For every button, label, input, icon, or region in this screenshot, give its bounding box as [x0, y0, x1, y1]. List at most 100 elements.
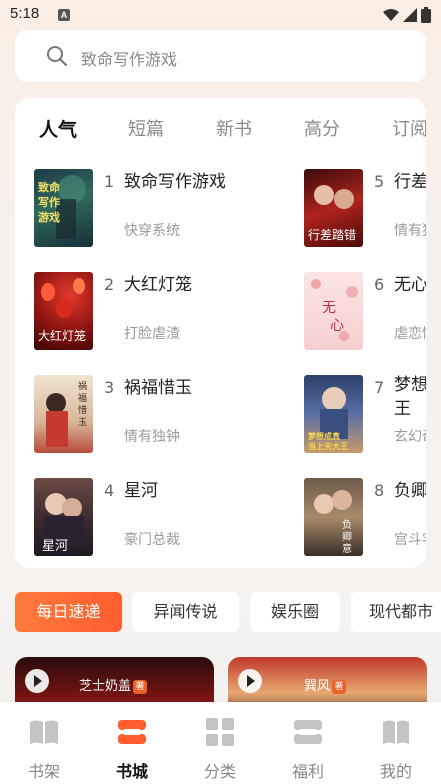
svg-text:福: 福 — [78, 392, 87, 404]
author-badge: 著 — [133, 679, 148, 694]
svg-text:写作: 写作 — [38, 195, 60, 209]
book-cover: 无 心 — [304, 272, 363, 350]
bottom-nav: 书架 书城 分类 福利 我的 — [0, 702, 441, 784]
book-title: 梦想成真后我当上天大王 — [394, 375, 426, 419]
book-item-6[interactable]: 无 心 6 无心 虐恋情深 — [304, 272, 426, 352]
book-item-1[interactable]: 致命 写作 游戏 1 致命写作游戏 快穿系统 — [34, 169, 294, 249]
book-item-3[interactable]: 祸 福 惜 玉 3 祸福惜玉 情有独钟 — [34, 375, 294, 455]
battery-icon — [421, 7, 431, 23]
tab-popular[interactable]: 人气 — [39, 115, 77, 142]
search-bar[interactable]: 致命写作游戏 — [15, 30, 426, 82]
book-rank: 4 — [104, 481, 115, 500]
book-rank: 7 — [374, 378, 385, 397]
book-cover: 梦想成真 当上天大王 — [304, 375, 363, 453]
book-rank: 6 — [374, 275, 385, 294]
nav-label: 分类 — [203, 762, 236, 781]
book-cover: 大红灯笼 — [34, 272, 93, 350]
svg-text:星河: 星河 — [42, 539, 68, 554]
gift-icon — [294, 720, 322, 744]
book-item-7[interactable]: 梦想成真 当上天大王 7 梦想成真后我当上天大王 玄幻奇幻 — [304, 375, 426, 455]
book-tag: 玄幻奇幻 — [394, 429, 426, 445]
cover-art-3: 祸 福 惜 玉 — [46, 380, 87, 447]
tab-new[interactable]: 新书 — [216, 115, 252, 141]
cover-art-7: 梦想成真 当上天大王 — [307, 387, 348, 451]
cover-art-2: 大红灯笼 — [38, 278, 86, 343]
tab-subscribe[interactable]: 订阅 — [392, 115, 426, 141]
book-tag: 宫斗宅斗 — [394, 532, 426, 548]
svg-text:玉: 玉 — [78, 417, 87, 428]
nav-label: 书城 — [115, 762, 148, 781]
book-title: 致命写作游戏 — [124, 172, 226, 192]
book-open-icon — [30, 720, 58, 744]
nav-label: 福利 — [291, 762, 324, 781]
status-time: 5:18 — [10, 5, 40, 22]
svg-text:无: 无 — [322, 300, 336, 316]
search-icon — [47, 46, 68, 67]
search-placeholder: 致命写作游戏 — [81, 50, 178, 69]
book-tag: 打脸虐渣 — [124, 326, 180, 342]
svg-text:意: 意 — [342, 542, 352, 555]
play-icon[interactable] — [238, 669, 262, 693]
cover-art-1: 致命 写作 游戏 — [38, 175, 86, 239]
book-title: 星河 — [124, 481, 158, 501]
ranking-tabs: 人气 短篇 新书 高分 订阅 — [15, 98, 426, 156]
signal-icon — [403, 8, 417, 22]
nav-bookshelf[interactable]: 书架 — [0, 702, 88, 784]
svg-text:心: 心 — [330, 318, 344, 334]
chip-legends[interactable]: 异闻传说 — [132, 592, 239, 632]
book-title: 祸福惜玉 — [124, 378, 192, 398]
profile-book-icon — [383, 720, 409, 744]
book-title: 行差踏错 — [394, 172, 426, 192]
svg-text:梦想成真: 梦想成真 — [307, 431, 340, 441]
video-author: 巽风著 — [304, 675, 347, 694]
nav-category[interactable]: 分类 — [176, 702, 264, 784]
svg-text:祸: 祸 — [78, 380, 87, 392]
book-tag: 情有独钟 — [394, 223, 426, 239]
wifi-icon — [383, 9, 399, 21]
book-item-2[interactable]: 大红灯笼 2 大红灯笼 打脸虐渣 — [34, 272, 294, 352]
category-chips: 每日速递 异闻传说 娱乐圈 现代都市 — [15, 592, 441, 632]
book-cover: 致命 写作 游戏 — [34, 169, 93, 247]
nav-profile[interactable]: 我的 — [352, 702, 440, 784]
book-item-4[interactable]: 星河 4 星河 豪门总裁 — [34, 478, 294, 558]
video-author: 芝士奶盖著 — [79, 675, 148, 694]
book-cover: 祸 福 惜 玉 — [34, 375, 93, 453]
book-rank: 5 — [374, 172, 385, 191]
book-title: 无心 — [394, 275, 426, 295]
book-rank: 8 — [374, 481, 385, 500]
svg-text:致命: 致命 — [38, 180, 61, 194]
book-item-8[interactable]: 负 卿 意 8 负卿意 宫斗宅斗 — [304, 478, 426, 558]
nav-welfare[interactable]: 福利 — [264, 702, 352, 784]
chip-entertainment[interactable]: 娱乐圈 — [250, 592, 340, 632]
book-title: 大红灯笼 — [124, 275, 192, 295]
book-title: 负卿意 — [394, 481, 426, 501]
cover-art-5: 行差踏错 — [308, 185, 356, 242]
svg-text:负: 负 — [342, 518, 352, 531]
chip-daily[interactable]: 每日速递 — [15, 592, 122, 632]
svg-text:游戏: 游戏 — [38, 210, 60, 224]
grid-icon — [206, 718, 234, 746]
chip-urban[interactable]: 现代都市 — [351, 592, 441, 632]
status-bar: 5:18 A — [0, 0, 441, 30]
svg-text:当上天大王: 当上天大王 — [308, 441, 348, 451]
tab-short[interactable]: 短篇 — [128, 115, 164, 141]
cover-art-6: 无 心 — [311, 279, 358, 341]
notification-icon: A — [58, 9, 70, 21]
svg-text:卿: 卿 — [342, 531, 352, 543]
cover-art-4: 星河 — [42, 493, 84, 554]
book-item-5[interactable]: 行差踏错 5 行差踏错 情有独钟 — [304, 169, 426, 249]
book-cover: 星河 — [34, 478, 93, 556]
svg-text:大红灯笼: 大红灯笼 — [38, 328, 86, 343]
play-icon[interactable] — [25, 669, 49, 693]
book-rank: 2 — [104, 275, 115, 294]
author-badge: 著 — [332, 679, 347, 694]
ranking-card: 人气 短篇 新书 高分 订阅 致命 写作 游戏 1 致命写作游戏 快穿系统 大红… — [15, 98, 426, 568]
nav-store[interactable]: 书城 — [88, 702, 176, 784]
svg-text:行差踏错: 行差踏错 — [308, 228, 356, 242]
tab-high-score[interactable]: 高分 — [304, 115, 340, 141]
status-indicators — [383, 7, 431, 23]
book-rank: 1 — [104, 172, 115, 191]
cover-art-8: 负 卿 意 — [314, 490, 352, 555]
book-tag: 虐恋情深 — [394, 326, 426, 342]
book-rank: 3 — [104, 378, 115, 397]
